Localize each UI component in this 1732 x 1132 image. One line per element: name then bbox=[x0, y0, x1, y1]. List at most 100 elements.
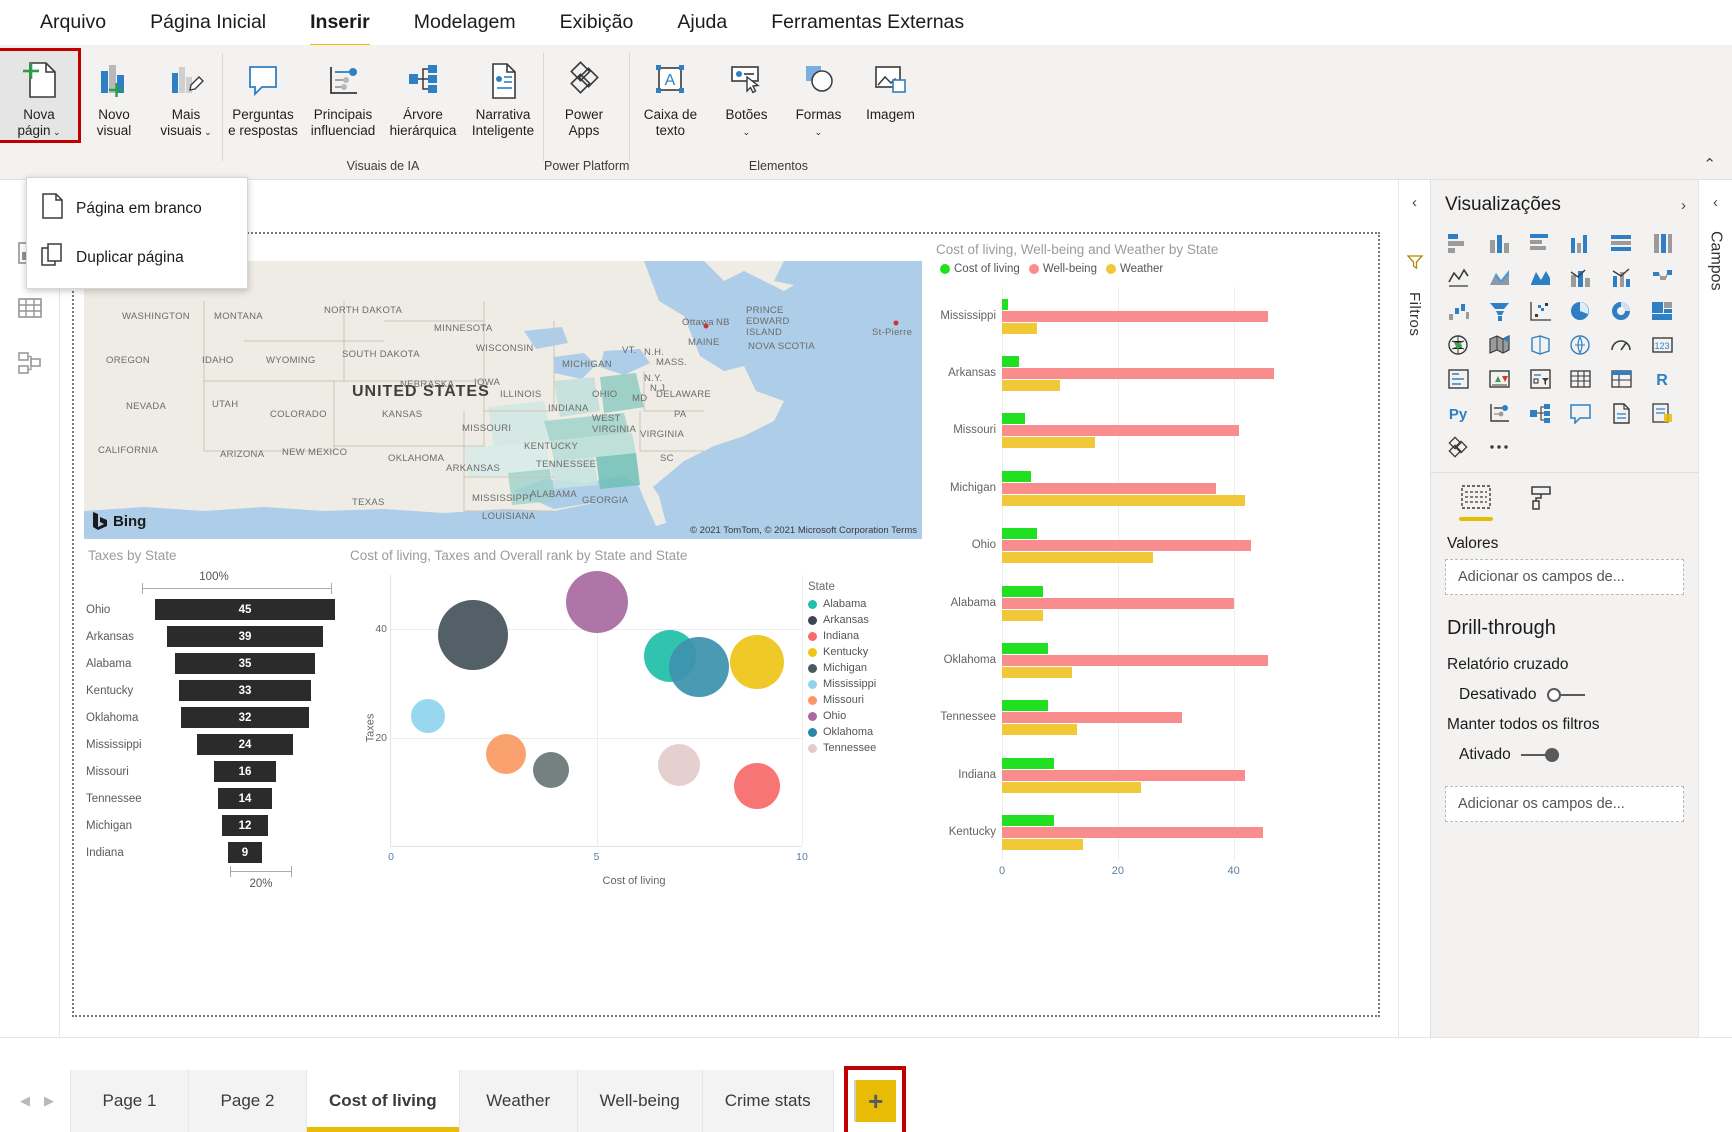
tab-format[interactable] bbox=[1523, 485, 1557, 523]
drillthrough-field-well[interactable]: Adicionar os campos de... bbox=[1445, 786, 1684, 822]
gauge-icon[interactable] bbox=[1608, 332, 1636, 358]
page-tab-crime-stats[interactable]: Crime stats bbox=[703, 1070, 834, 1132]
shapes-button[interactable]: Formas⌄ bbox=[782, 51, 854, 140]
data-view-icon[interactable] bbox=[17, 295, 43, 324]
legend-item[interactable]: Kentucky bbox=[808, 646, 920, 658]
page-tab-page-2[interactable]: Page 2 bbox=[189, 1070, 307, 1132]
map-icon[interactable] bbox=[1445, 332, 1473, 358]
funnel-bar[interactable]: 16 bbox=[213, 760, 278, 783]
bar[interactable] bbox=[1002, 437, 1095, 448]
caret-left-icon[interactable]: ◀ bbox=[20, 1093, 30, 1109]
legend-item[interactable]: Indiana bbox=[808, 630, 920, 642]
page-tab-cost-of-living[interactable]: Cost of living bbox=[307, 1070, 460, 1132]
decomposition-tree-button[interactable]: Árvore hierárquica bbox=[383, 51, 463, 139]
python-visual-icon[interactable]: Py bbox=[1445, 400, 1473, 426]
funnel-row[interactable]: Ohio45 bbox=[84, 596, 344, 623]
values-field-well[interactable]: Adicionar os campos de... bbox=[1445, 559, 1684, 595]
funnel-row[interactable]: Arkansas39 bbox=[84, 623, 344, 650]
bar[interactable] bbox=[1002, 586, 1043, 597]
decomposition-tree-icon[interactable] bbox=[1527, 400, 1555, 426]
scatter-visual[interactable]: Cost of living, Taxes and Overall rank b… bbox=[346, 546, 922, 906]
smart-narrative-button[interactable]: Narrativa Inteligente bbox=[463, 51, 543, 139]
bar[interactable] bbox=[1002, 495, 1245, 506]
more-visuals-button[interactable]: Mais visuais ⌄ bbox=[150, 51, 222, 140]
stacked-column-chart-icon[interactable] bbox=[1486, 230, 1514, 256]
100-stacked-column-chart-icon[interactable] bbox=[1649, 230, 1677, 256]
funnel-bar[interactable]: 9 bbox=[227, 841, 263, 864]
bar[interactable] bbox=[1002, 758, 1054, 769]
funnel-bar[interactable]: 39 bbox=[166, 625, 324, 648]
filled-map-icon[interactable] bbox=[1486, 332, 1514, 358]
filter-icon[interactable] bbox=[1406, 253, 1424, 274]
scatter-bubble[interactable] bbox=[669, 637, 729, 697]
donut-chart-icon[interactable] bbox=[1608, 298, 1636, 324]
power-apps-visual-icon[interactable] bbox=[1445, 434, 1473, 460]
bar[interactable] bbox=[1002, 471, 1031, 482]
legend-item[interactable]: Tennessee bbox=[808, 742, 920, 754]
scatter-bubble[interactable] bbox=[734, 763, 780, 809]
bar[interactable] bbox=[1002, 712, 1182, 723]
cross-report-toggle-row[interactable]: Desativado bbox=[1431, 678, 1698, 704]
funnel-bar[interactable]: 24 bbox=[196, 733, 293, 756]
filters-pane-collapsed[interactable]: ‹ Filtros bbox=[1398, 180, 1430, 1037]
bar[interactable] bbox=[1002, 380, 1060, 391]
ribbon-tab-inserir[interactable]: Inserir bbox=[288, 5, 392, 40]
bar[interactable] bbox=[1002, 540, 1251, 551]
ribbon-tab-exibicao[interactable]: Exibição bbox=[538, 5, 656, 40]
power-apps-button[interactable]: Power Apps bbox=[544, 51, 624, 139]
legend-item[interactable]: Well-being bbox=[1029, 263, 1097, 275]
funnel-bar[interactable]: 14 bbox=[217, 787, 274, 810]
ribbon-tab-ajuda[interactable]: Ajuda bbox=[655, 5, 749, 40]
bar[interactable] bbox=[1002, 782, 1141, 793]
report-canvas[interactable]: Cost of living by State bbox=[72, 232, 1380, 1017]
legend-item[interactable]: Mississippi bbox=[808, 678, 920, 690]
funnel-chart-icon[interactable] bbox=[1486, 298, 1514, 324]
bar[interactable] bbox=[1002, 528, 1037, 539]
grouped-bar-visual[interactable]: Cost of living, Well-being and Weather b… bbox=[932, 240, 1284, 906]
funnel-row[interactable]: Oklahoma32 bbox=[84, 704, 344, 731]
scatter-bubble[interactable] bbox=[411, 699, 445, 733]
bar[interactable] bbox=[1002, 356, 1019, 367]
chevron-left-icon[interactable]: ‹ bbox=[1713, 194, 1718, 211]
clustered-bar-chart-icon[interactable] bbox=[1527, 230, 1555, 256]
funnel-bar[interactable]: 32 bbox=[180, 706, 309, 729]
treemap-icon[interactable] bbox=[1649, 298, 1677, 324]
scatter-chart-icon[interactable] bbox=[1527, 298, 1555, 324]
legend-item[interactable]: Oklahoma bbox=[808, 726, 920, 738]
bar[interactable] bbox=[1002, 483, 1216, 494]
scatter-bubble[interactable] bbox=[566, 571, 628, 633]
funnel-row[interactable]: Mississippi24 bbox=[84, 731, 344, 758]
funnel-row[interactable]: Kentucky33 bbox=[84, 677, 344, 704]
caret-right-icon[interactable]: ▶ bbox=[44, 1093, 54, 1109]
bar[interactable] bbox=[1002, 323, 1037, 334]
legend-item[interactable]: Weather bbox=[1106, 263, 1163, 275]
page-tab-well-being[interactable]: Well-being bbox=[578, 1070, 703, 1132]
menu-item-pagina-em-branco[interactable]: Página em branco bbox=[27, 184, 247, 233]
bar[interactable] bbox=[1002, 655, 1268, 666]
chevron-right-icon[interactable]: › bbox=[1681, 197, 1686, 214]
bar[interactable] bbox=[1002, 368, 1274, 379]
shape-map-icon[interactable] bbox=[1527, 332, 1555, 358]
bar[interactable] bbox=[1002, 552, 1153, 563]
bar-plot-area[interactable]: 02040MississippiArkansasMissouriMichigan… bbox=[1002, 287, 1280, 861]
bar[interactable] bbox=[1002, 413, 1025, 424]
kpi-icon[interactable] bbox=[1486, 366, 1514, 392]
keep-filters-toggle[interactable] bbox=[1521, 749, 1559, 761]
line-chart-icon[interactable] bbox=[1445, 264, 1473, 290]
legend-item[interactable]: Missouri bbox=[808, 694, 920, 706]
bar[interactable] bbox=[1002, 700, 1048, 711]
chevron-up-icon[interactable]: ⌃ bbox=[1703, 155, 1716, 173]
bing-map[interactable]: UNITED STATES WASHINGTON MONTANA NORTH D… bbox=[84, 261, 922, 539]
area-chart-icon[interactable] bbox=[1486, 264, 1514, 290]
card-icon[interactable]: 123 bbox=[1649, 332, 1677, 358]
scatter-bubble[interactable] bbox=[533, 752, 569, 788]
scatter-bubble[interactable] bbox=[438, 600, 508, 670]
ribbon-tab-pagina-inicial[interactable]: Página Inicial bbox=[128, 5, 288, 40]
funnel-bar[interactable]: 12 bbox=[221, 814, 270, 837]
ribbon-tab-arquivo[interactable]: Arquivo bbox=[18, 5, 128, 40]
bar[interactable] bbox=[1002, 839, 1083, 850]
key-influencers-button[interactable]: Principais influenciad bbox=[303, 51, 383, 139]
funnel-bar[interactable]: 33 bbox=[178, 679, 311, 702]
scatter-plot-area[interactable]: 20400510 bbox=[390, 575, 802, 847]
more-options-icon[interactable] bbox=[1486, 434, 1514, 460]
